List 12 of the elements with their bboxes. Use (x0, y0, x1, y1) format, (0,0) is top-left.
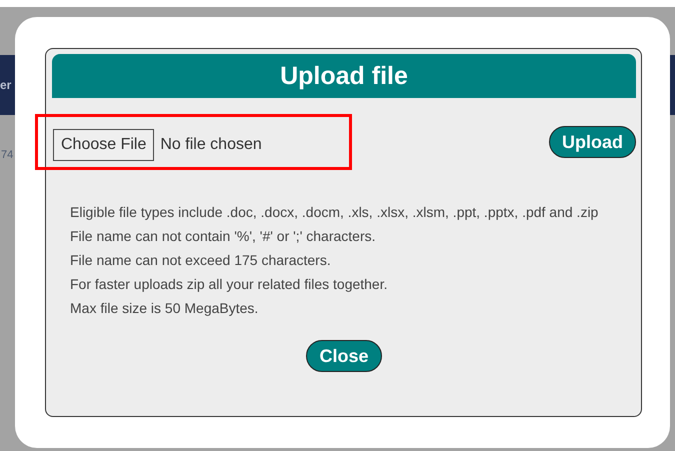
row-text: 74 (1, 149, 14, 161)
file-status-text: No file chosen (160, 136, 262, 154)
note-text: Max file size is 50 MegaBytes. (70, 299, 260, 318)
dialog-title: Upload file (52, 54, 636, 98)
choose-file-button[interactable]: Choose File (53, 129, 154, 161)
close-button[interactable]: Close (306, 340, 382, 372)
note-text: File name can not contain '%', '#' or ';' characters. (70, 227, 377, 246)
upload-button[interactable]: Upload (549, 126, 636, 158)
note-text: For faster uploads zip all your related files together. (70, 275, 389, 294)
note-text: Eligible file types include .doc, .docx, .docm, .xls, .xlsx, .xlsm, .ppt, .pptx, .pdf and .zip (70, 203, 600, 222)
note-text: File name can not exceed 175 characters. (70, 251, 332, 270)
header-text: er (0, 78, 12, 92)
